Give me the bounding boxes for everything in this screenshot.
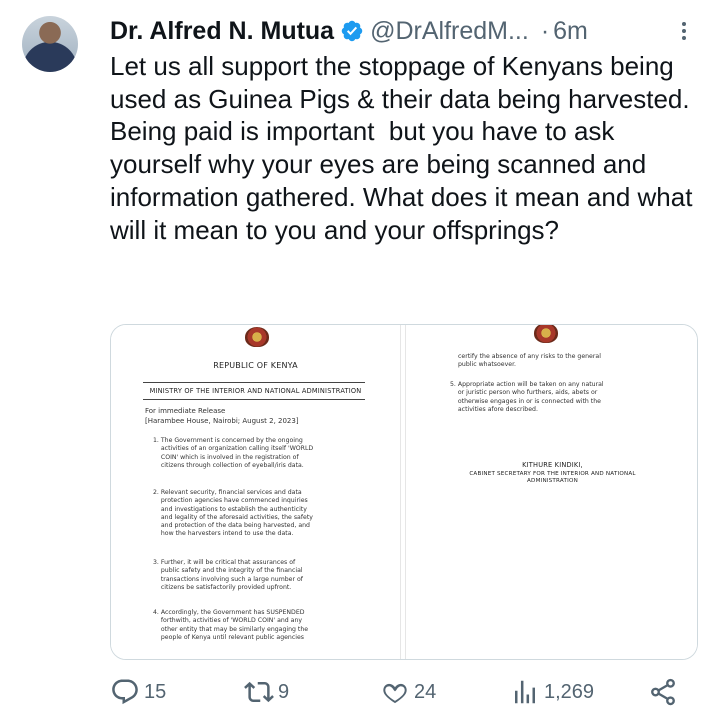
- share-icon: [651, 678, 675, 706]
- reply-button[interactable]: 15: [110, 676, 166, 708]
- tweet-text: Let us all support the stoppage of Kenya…: [110, 51, 700, 245]
- doc-paragraph-1: 1. The Government is concerned by the on…: [153, 437, 314, 469]
- views-icon: [515, 680, 535, 704]
- tweet-media-image[interactable]: REPUBLIC OF KENYA MINISTRY OF THE INTERI…: [110, 324, 698, 660]
- repost-count: 9: [278, 680, 290, 703]
- reply-count: 15: [144, 680, 167, 703]
- doc-continuation: certify the absence of any risks to the …: [458, 353, 601, 369]
- share-button[interactable]: [648, 676, 678, 708]
- repost-icon: [244, 681, 274, 703]
- doc-paragraph-2: 2. Relevant security, financial services…: [153, 489, 313, 538]
- tweet-timestamp[interactable]: 6m: [553, 17, 588, 46]
- coat-of-arms-icon: [534, 325, 558, 343]
- views-count: 1,269: [544, 680, 595, 703]
- views-button[interactable]: 1,269: [510, 676, 594, 708]
- separator-dot: ·: [540, 16, 550, 45]
- repost-button[interactable]: 9: [244, 676, 289, 708]
- doc-ministry-heading: MINISTRY OF THE INTERIOR AND NATIONAL AD…: [149, 387, 362, 395]
- document-page-2: certify the absence of any risks to the …: [405, 325, 697, 659]
- doc-paragraph-4: 4. Accordingly, the Government has SUSPE…: [153, 609, 309, 641]
- doc-signatory-title: CABINET SECRETARY FOR THE INTERIOR AND N…: [469, 471, 636, 484]
- doc-paragraph-3: 3. Further, it will be critical that ass…: [153, 559, 303, 591]
- tweet-actions-bar: 15 9 24 1,269: [110, 676, 700, 708]
- doc-rule-bottom: [143, 399, 365, 400]
- coat-of-arms-icon: [245, 327, 269, 347]
- heart-icon: [383, 683, 407, 704]
- profile-avatar[interactable]: [22, 16, 78, 72]
- user-display-name[interactable]: Dr. Alfred N. Mutua: [110, 17, 334, 46]
- like-button[interactable]: 24: [380, 676, 436, 708]
- verified-badge-icon: [341, 20, 363, 42]
- doc-release-label: For immediate Release: [145, 407, 226, 415]
- like-count: 24: [414, 680, 437, 703]
- doc-signatory-name: KITHURE KINDIKI,: [522, 461, 583, 469]
- doc-republic-heading: REPUBLIC OF KENYA: [213, 361, 298, 370]
- doc-dateline: [Harambee House, Nairobi; August 2, 2023…: [145, 417, 299, 425]
- reply-icon: [112, 679, 138, 705]
- doc-paragraph-5: 5. Appropriate action will be taken on a…: [450, 381, 604, 413]
- document-page-1: REPUBLIC OF KENYA MINISTRY OF THE INTERI…: [111, 325, 401, 659]
- more-options-button[interactable]: [672, 18, 696, 44]
- tweet-header: Dr. Alfred N. Mutua @DrAlfredM... · 6m: [110, 14, 700, 48]
- doc-rule-top: [143, 382, 365, 383]
- user-handle[interactable]: @DrAlfredM...: [370, 17, 529, 46]
